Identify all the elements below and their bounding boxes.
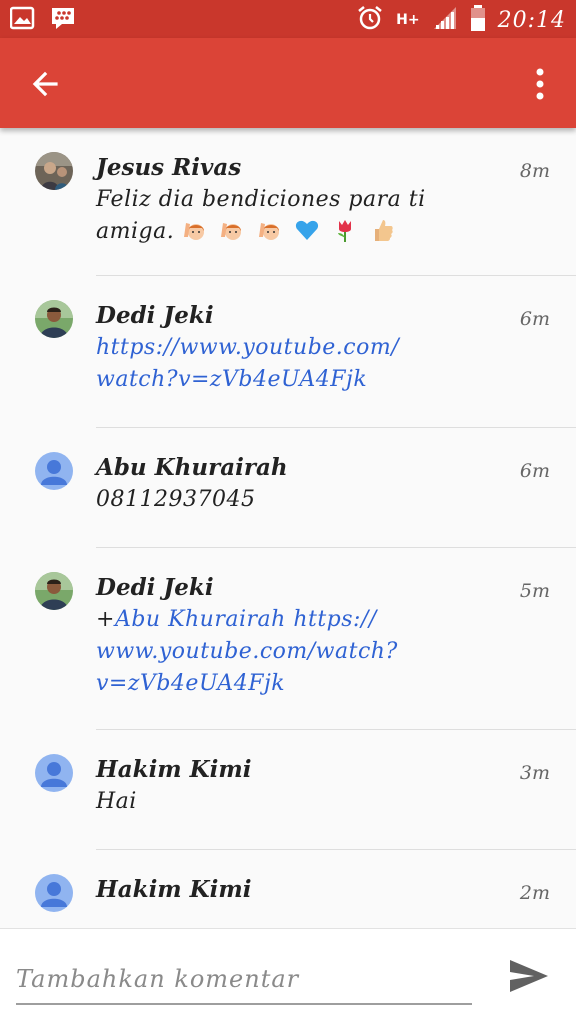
send-icon[interactable] — [504, 956, 552, 996]
comment-text-line: Feliz dia bendiciones para ti — [96, 187, 426, 212]
comment-time: 6m — [519, 460, 550, 482]
avatar[interactable] — [35, 452, 73, 490]
comment-time: 3m — [519, 762, 550, 784]
link-line[interactable]: www.youtube.com/watch? — [96, 636, 550, 668]
comment-time: 6m — [519, 308, 550, 330]
thumbs-up-emoji — [369, 217, 395, 243]
comment-time: 8m — [519, 160, 550, 182]
avatar[interactable] — [35, 300, 73, 338]
raised-hand-boy-emoji — [257, 217, 283, 243]
comment-text-line-emojis: amiga. — [96, 216, 550, 248]
comment-author[interactable]: Dedi Jeki — [96, 548, 550, 604]
comment-composer — [0, 928, 576, 1025]
comment-item[interactable]: 3m Hakim Kimi Hai — [0, 730, 576, 850]
signal-icon — [432, 5, 458, 35]
mention-link[interactable]: Abu Khurairah — [115, 607, 286, 632]
network-type: H+ — [396, 12, 420, 28]
comment-link[interactable]: https://www.youtube.com/ watch?v=zVb4eUA… — [96, 332, 550, 396]
status-time: 20:14 — [497, 7, 566, 33]
avatar[interactable] — [35, 152, 73, 190]
comment-item[interactable]: 6m Dedi Jeki https://www.youtube.com/ wa… — [0, 276, 576, 428]
link-line[interactable]: https:// — [293, 607, 376, 632]
comment-text: Feliz dia bendiciones para ti amiga. — [96, 184, 550, 248]
comment-author[interactable]: Jesus Rivas — [96, 128, 550, 184]
link-line[interactable]: watch?v=zVb4eUA4Fjk — [96, 364, 550, 396]
app-bar — [0, 38, 576, 128]
avatar[interactable] — [35, 572, 73, 610]
comment-list[interactable]: 8m Jesus Rivas Feliz dia bendiciones par… — [0, 128, 576, 928]
avatar[interactable] — [35, 874, 73, 912]
comment-text: 08112937045 — [96, 487, 256, 512]
comment-input[interactable] — [16, 959, 472, 1005]
comment-author[interactable]: Hakim Kimi — [96, 730, 550, 786]
blue-heart-emoji — [294, 217, 320, 243]
status-bar: H+ 20:14 — [0, 0, 576, 38]
comment-item[interactable]: 5m Dedi Jeki +Abu Khurairah https:// www… — [0, 548, 576, 730]
link-line[interactable]: v=zVb4eUA4Fjk — [96, 668, 550, 700]
image-icon — [9, 6, 36, 34]
comment-text: Hai — [96, 789, 137, 814]
battery-icon — [470, 4, 486, 36]
more-vert-icon[interactable] — [522, 62, 558, 106]
tulip-emoji — [332, 217, 358, 243]
comment-author[interactable]: Hakim Kimi — [96, 850, 550, 906]
mention-prefix: + — [96, 607, 115, 632]
comment-time: 2m — [519, 882, 550, 904]
bbm-icon — [50, 6, 76, 34]
comment-time: 5m — [519, 580, 550, 602]
comment-item[interactable]: 6m Abu Khurairah 08112937045 — [0, 428, 576, 548]
comment-author[interactable]: Abu Khurairah — [96, 428, 550, 484]
avatar[interactable] — [35, 754, 73, 792]
comment-author[interactable]: Dedi Jeki — [96, 276, 550, 332]
raised-hand-boy-emoji — [182, 217, 208, 243]
link-line[interactable]: https://www.youtube.com/ — [96, 332, 550, 364]
comment-item[interactable]: 8m Jesus Rivas Feliz dia bendiciones par… — [0, 128, 576, 276]
raised-hand-boy-emoji — [219, 217, 245, 243]
alarm-icon — [356, 4, 384, 36]
back-arrow-icon[interactable] — [24, 62, 68, 106]
comment-item[interactable]: 2m Hakim Kimi — [0, 850, 576, 928]
comment-text: +Abu Khurairah https:// www.youtube.com/… — [96, 604, 550, 700]
comment-text-line: amiga. — [96, 219, 175, 244]
